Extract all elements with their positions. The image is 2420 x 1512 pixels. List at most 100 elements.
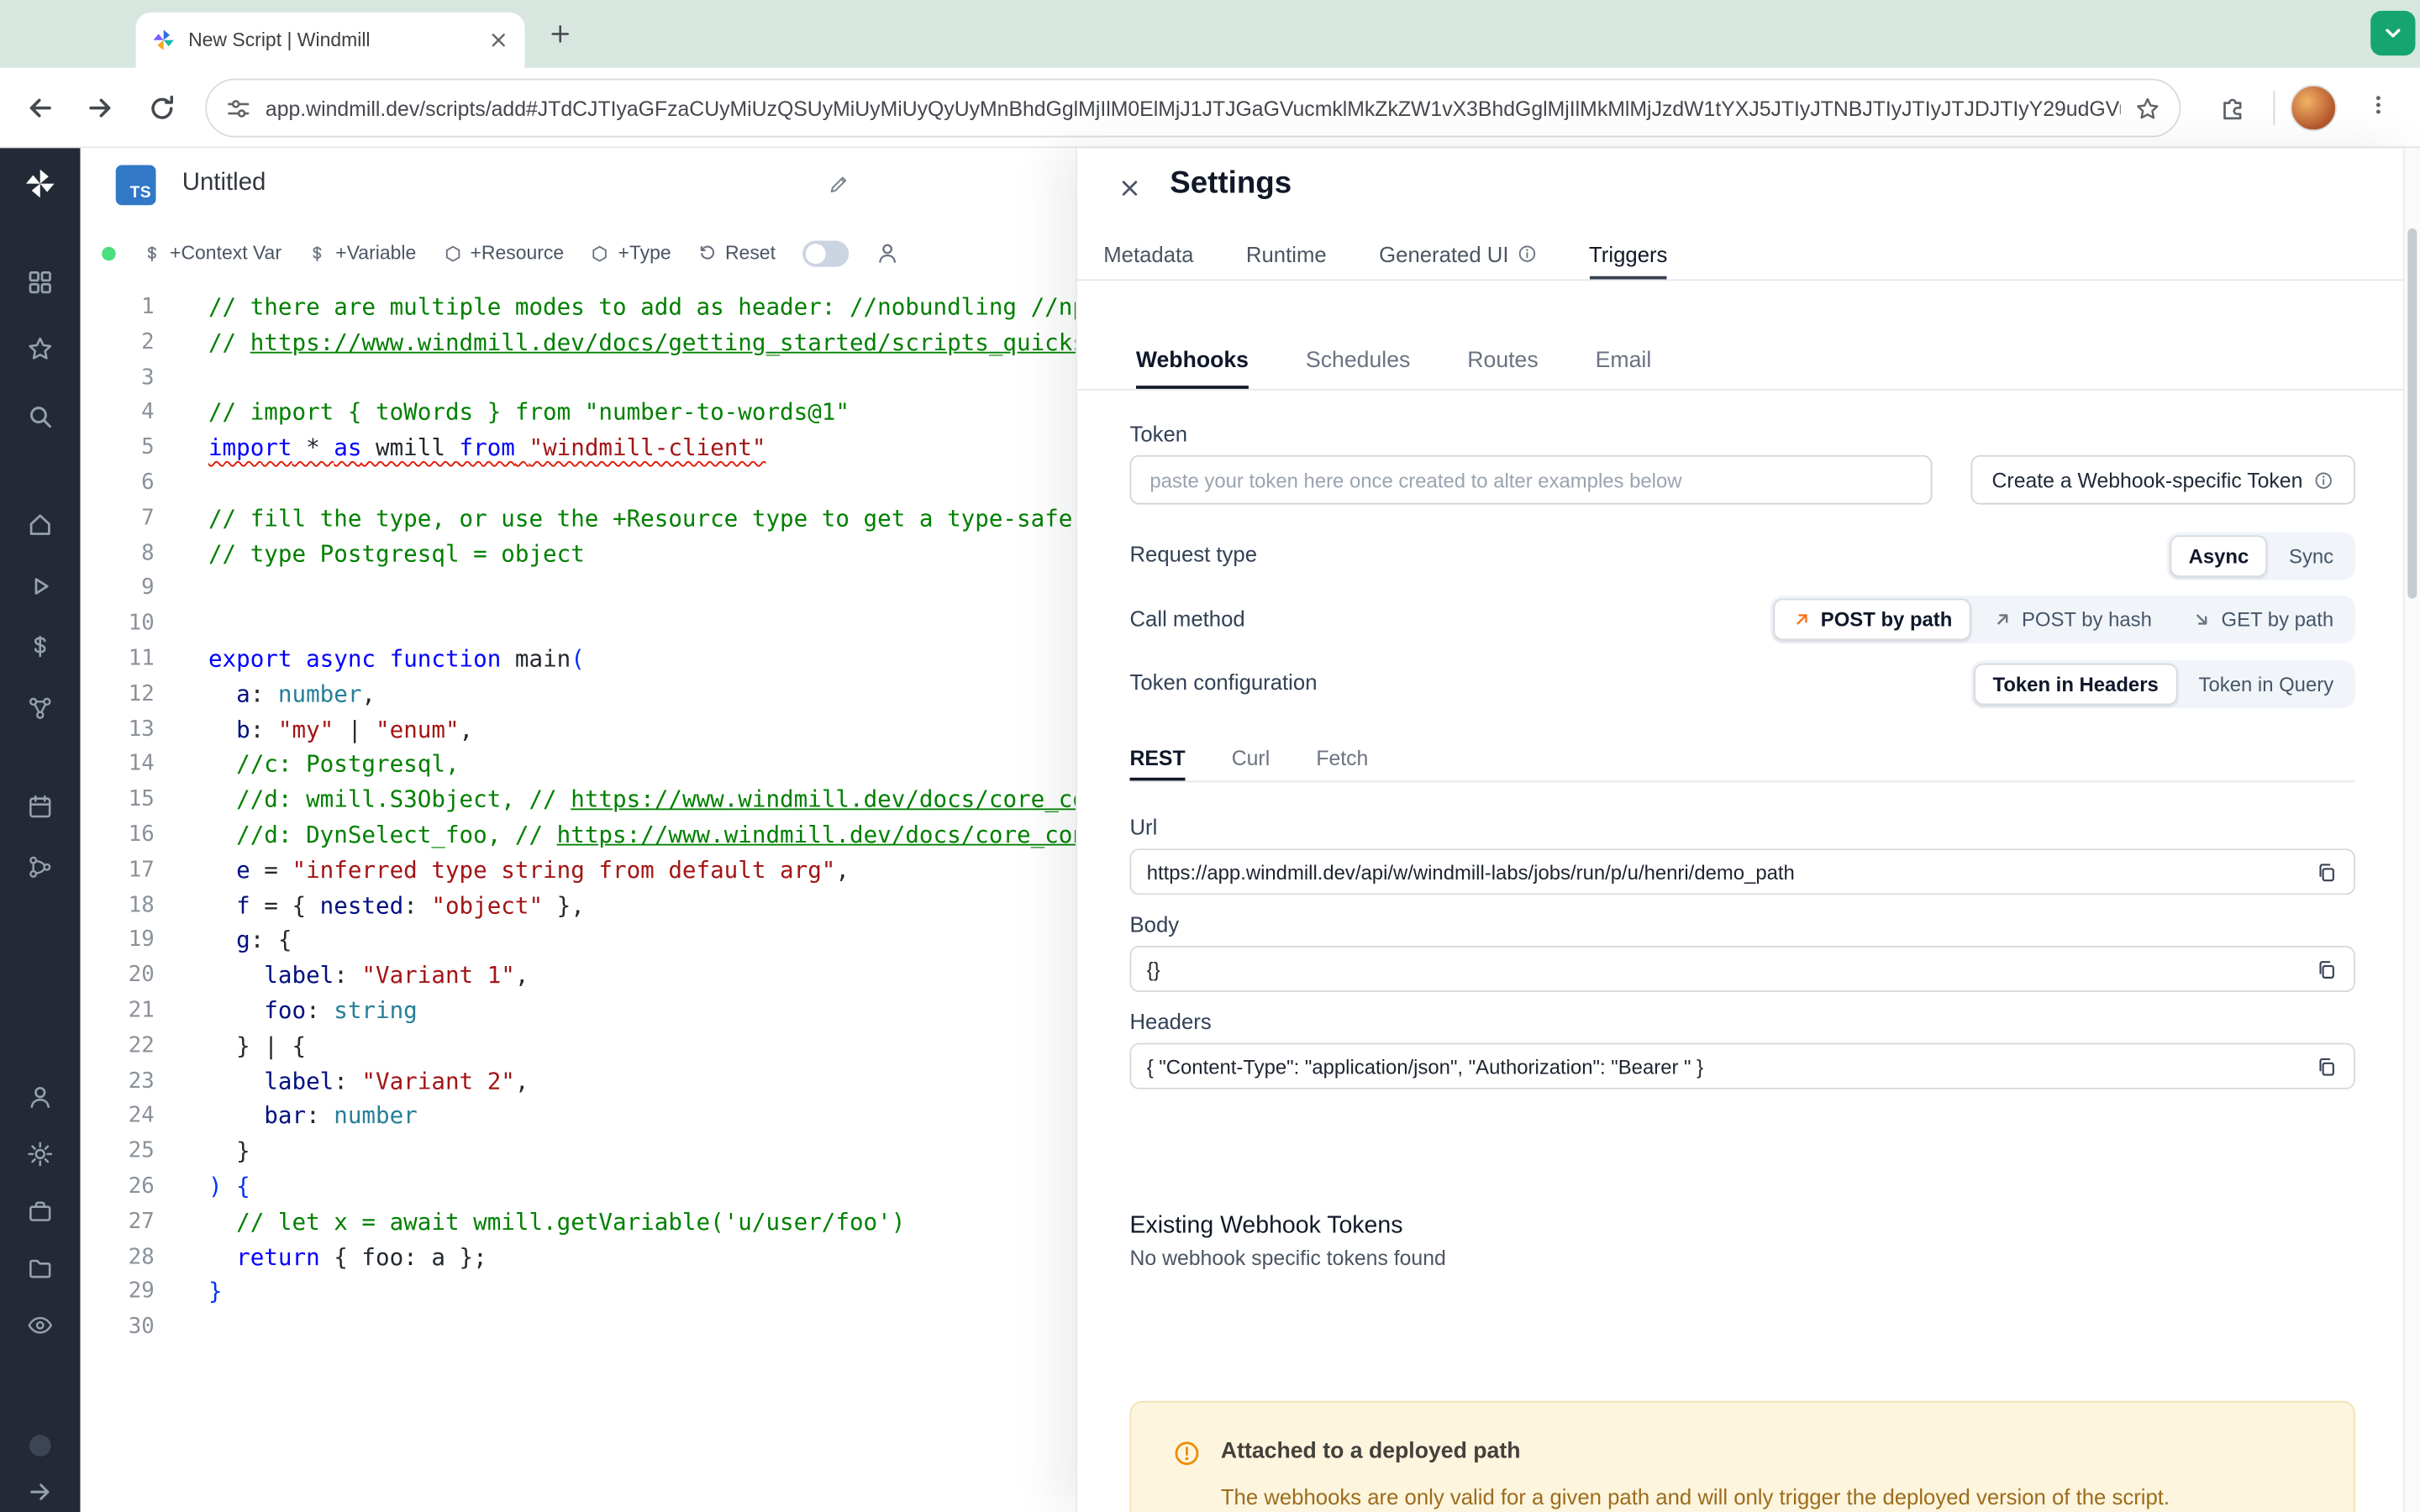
copy-icon[interactable] [2315, 958, 2338, 981]
schedules-icon[interactable] [24, 790, 57, 823]
folders-icon[interactable] [24, 1252, 57, 1285]
tab-webhooks[interactable]: Webhooks [1136, 333, 1249, 389]
edit-title-icon[interactable] [827, 173, 850, 197]
profile-avatar[interactable] [2290, 85, 2337, 132]
favorites-icon[interactable] [24, 332, 57, 365]
tab-metadata[interactable]: Metadata [1103, 228, 1193, 280]
settings-close-button[interactable] [1111, 170, 1148, 207]
new-tab-button[interactable] [544, 17, 577, 50]
code-line-27[interactable]: // let x = await wmill.getVariable('u/us… [208, 1205, 1076, 1240]
option-token-in-headers[interactable]: Token in Headers [1974, 663, 2177, 706]
code-line-9[interactable] [208, 571, 1076, 606]
back-button[interactable] [24, 92, 55, 123]
code-line-1[interactable]: // there are multiple modes to add as he… [208, 290, 1076, 325]
script-title[interactable]: Untitled [182, 170, 266, 197]
add-type-button[interactable]: +Type [590, 242, 671, 264]
add-resource-button[interactable]: +Resource [442, 242, 564, 264]
url-bar[interactable]: app.windmill.dev/scripts/add#JTdCJTIyaGF… [205, 78, 2181, 138]
add-context-var-button[interactable]: +Context Var [142, 242, 281, 264]
site-settings-icon[interactable] [225, 95, 251, 121]
reset-button[interactable]: Reset [697, 242, 776, 264]
code-line-2[interactable]: // https://www.windmill.dev/docs/getting… [208, 325, 1076, 360]
add-variable-button[interactable]: +Variable [308, 242, 416, 264]
code-line-29[interactable]: } [208, 1275, 1076, 1310]
option-token-in-query[interactable]: Token in Query [2180, 664, 2352, 706]
code-line-20[interactable]: label: "Variant 1", [208, 958, 1076, 994]
code-line-24[interactable]: bar: number [208, 1099, 1076, 1134]
code-line-16[interactable]: //d: DynSelect_foo, // https://www.windm… [208, 817, 1076, 853]
code-link[interactable]: https://www.windmill.dev/docs/core_conce… [557, 821, 1076, 848]
code-line-23[interactable]: label: "Variant 2", [208, 1063, 1076, 1099]
extensions-icon[interactable] [2217, 92, 2247, 122]
code-line-7[interactable]: // fill the type, or use the +Resource t… [208, 501, 1076, 537]
code-link[interactable]: https://www.windmill.dev/docs/core_conce… [571, 785, 1076, 813]
code-line-12[interactable]: a: number, [208, 677, 1076, 712]
code-line-14[interactable]: //c: Postgresql, [208, 748, 1076, 783]
code-area[interactable]: 1 2 3 4 5 6 7 8 9 10 11 12 13 14 15 16 17 18 19 20 21 22 23 24 2… [81, 287, 1076, 1512]
code-line-17[interactable]: e = "inferred type string from default a… [208, 853, 1076, 888]
tab-routes[interactable]: Routes [1467, 333, 1538, 389]
option-async[interactable]: Async [2170, 535, 2268, 577]
person-icon[interactable] [875, 241, 899, 265]
code-line-18[interactable]: f = { nested: "object" }, [208, 888, 1076, 923]
code-line-3[interactable] [208, 360, 1076, 396]
code-line-6[interactable] [208, 466, 1076, 501]
copy-icon[interactable] [2315, 1054, 2338, 1078]
tab-runtime[interactable]: Runtime [1246, 228, 1327, 280]
token-input[interactable] [1129, 454, 1933, 505]
panel-scrollbar[interactable] [2402, 148, 2420, 1512]
forward-button[interactable] [85, 92, 116, 123]
code-line-10[interactable] [208, 606, 1076, 642]
code-line-30[interactable] [208, 1310, 1076, 1346]
users-icon[interactable] [24, 1080, 57, 1114]
reload-button[interactable] [146, 92, 177, 123]
tab-curl[interactable]: Curl [1232, 734, 1270, 780]
tab-schedules[interactable]: Schedules [1306, 333, 1410, 389]
audit-logs-icon[interactable] [24, 1309, 57, 1342]
help-icon[interactable] [24, 1429, 57, 1462]
code-line-26[interactable]: ) { [208, 1169, 1076, 1205]
home-icon[interactable] [24, 507, 57, 541]
tab-triggers[interactable]: Triggers [1589, 228, 1667, 280]
code-line-22[interactable]: } | { [208, 1029, 1076, 1064]
code-line-21[interactable]: foo: string [208, 994, 1076, 1029]
code-line-13[interactable]: b: "my" | "enum", [208, 712, 1076, 748]
windmill-logo-icon[interactable] [24, 166, 57, 200]
code-line-25[interactable]: } [208, 1134, 1076, 1169]
bookmark-icon[interactable] [2134, 95, 2160, 121]
resources-icon[interactable] [24, 691, 57, 725]
browser-menu-icon[interactable] [2366, 92, 2391, 117]
settings-icon[interactable] [24, 1137, 57, 1171]
collapse-sidebar-icon[interactable] [24, 1475, 57, 1509]
variables-icon[interactable] [24, 629, 57, 663]
runs-icon[interactable] [24, 570, 57, 603]
code-link[interactable]: https://www.windmill.dev/docs/getting_st… [250, 328, 1076, 356]
tab-close-icon[interactable] [487, 29, 509, 51]
code-line-11[interactable]: export async function main( [208, 642, 1076, 677]
browser-profile-button[interactable] [2370, 10, 2416, 56]
code-line-4[interactable]: // import { toWords } from "number-to-wo… [208, 396, 1076, 431]
search-icon[interactable] [24, 400, 57, 433]
create-webhook-token-button[interactable]: Create a Webhook-specific Token [1970, 454, 2355, 505]
code-line-15[interactable]: //d: wmill.S3Object, // https://www.wind… [208, 783, 1076, 818]
option-get-by-path[interactable]: GET by path [2174, 599, 2353, 641]
tab-generated-ui[interactable]: Generated UI [1379, 228, 1536, 280]
option-sync[interactable]: Sync [2270, 535, 2352, 577]
assistant-toggle[interactable] [802, 239, 849, 266]
scrollbar-thumb[interactable] [2407, 228, 2417, 599]
code-line-5[interactable]: import * as wmill from "windmill-client" [208, 431, 1076, 466]
apps-icon[interactable] [24, 265, 57, 299]
code-line-28[interactable]: return { foo: a }; [208, 1240, 1076, 1275]
copy-icon[interactable] [2315, 860, 2338, 884]
option-post-by-path[interactable]: POST by path [1772, 598, 1971, 641]
code-line-19[interactable]: g: { [208, 923, 1076, 958]
browser-tab[interactable]: New Script | Windmill [135, 12, 525, 68]
workspace-icon[interactable] [24, 1194, 57, 1228]
tab-email[interactable]: Email [1596, 333, 1652, 389]
option-post-by-hash[interactable]: POST by hash [1974, 599, 2170, 641]
code-line-8[interactable]: // type Postgresql = object [208, 536, 1076, 571]
flows-icon[interactable] [24, 850, 57, 884]
tab-fetch[interactable]: Fetch [1316, 734, 1368, 780]
tab-rest[interactable]: REST [1129, 734, 1185, 780]
